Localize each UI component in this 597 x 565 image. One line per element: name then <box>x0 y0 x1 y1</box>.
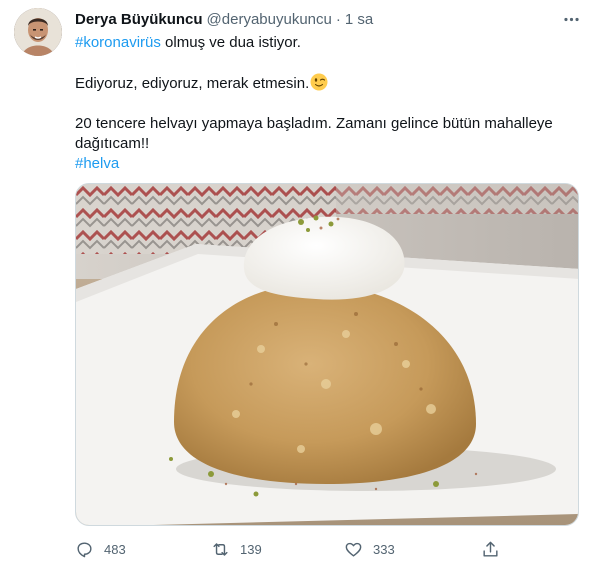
hashtag-helva[interactable]: #helva <box>75 155 119 172</box>
text-line-3: 20 tencere helvayı yapmaya başladım. Zam… <box>75 115 553 132</box>
reply-icon <box>77 541 92 557</box>
separator-dot: · <box>335 10 341 28</box>
heart-icon <box>345 542 362 557</box>
reply-button[interactable]: 483 <box>75 537 126 561</box>
text-line-4: dağıtıcam!! <box>75 135 150 152</box>
winking-face-emoji-icon <box>310 73 328 91</box>
avatar-image <box>14 8 62 56</box>
text-line-1-rest: olmuş ve dua istiyor. <box>160 34 301 51</box>
tweet: Derya Büyükuncu @deryabuyukuncu · 1 sa #… <box>0 0 597 565</box>
author-handle[interactable]: @deryabuyukuncu <box>207 11 332 28</box>
tweet-header: Derya Büyükuncu @deryabuyukuncu · 1 sa <box>75 9 373 29</box>
text-line-5: #helva <box>75 154 575 174</box>
retweet-button[interactable]: 139 <box>211 537 262 561</box>
hashtag-koronavirus[interactable]: #koronavirüs <box>75 34 161 51</box>
retweet-count: 139 <box>240 541 262 557</box>
avatar[interactable] <box>14 8 62 56</box>
tweet-timestamp[interactable]: 1 sa <box>345 11 373 28</box>
reply-count: 483 <box>104 541 126 557</box>
blank-line-2 <box>75 94 575 114</box>
halva-photo <box>76 184 578 525</box>
tweet-actions: 483 139 333 <box>75 537 575 561</box>
tweet-text: #koronavirüs olmuş ve dua istiyor. Ediyo… <box>75 33 575 174</box>
tweet-media-photo[interactable] <box>75 183 579 526</box>
like-count: 333 <box>373 541 395 557</box>
text-line-2-content: Ediyoruz, ediyoruz, merak etmesin. <box>75 75 310 92</box>
more-horizontal-icon <box>563 17 579 21</box>
text-line-1: #koronavirüs olmuş ve dua istiyor. <box>75 33 575 53</box>
more-options-button[interactable] <box>560 8 582 30</box>
like-button[interactable]: 333 <box>344 537 395 561</box>
text-line-2: Ediyoruz, ediyoruz, merak etmesin. <box>75 73 575 94</box>
share-icon <box>483 541 498 557</box>
retweet-icon <box>213 542 228 556</box>
share-button[interactable] <box>481 537 500 561</box>
author-name[interactable]: Derya Büyükuncu <box>75 11 203 28</box>
